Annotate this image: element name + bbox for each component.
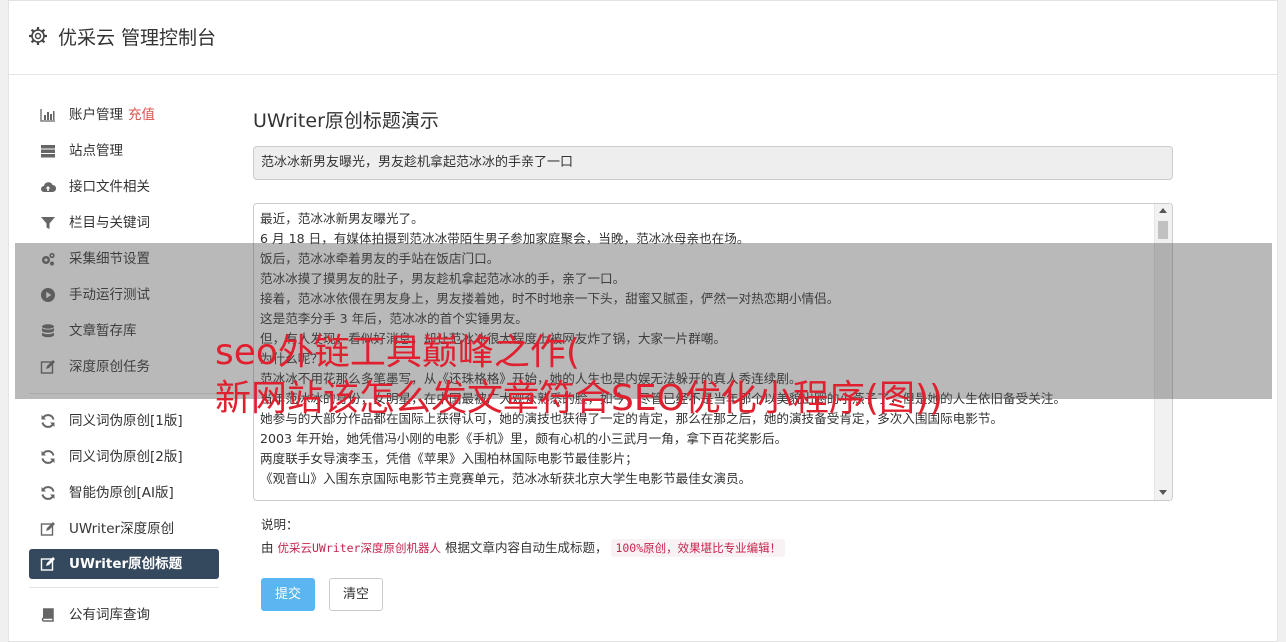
- refresh-icon: [41, 414, 55, 428]
- sidebar-item-uwriter-deep[interactable]: UWriter深度原创: [29, 511, 219, 547]
- title-field[interactable]: 范冰冰新男友曝光，男友趁机拿起范冰冰的手亲了一口: [253, 146, 1173, 180]
- note-middle: 根据文章内容自动生成标题，: [444, 540, 608, 555]
- sidebar-item-interface-files[interactable]: 接口文件相关: [29, 169, 219, 205]
- overlay-title-line1: seo外链工具巅峰之作(: [215, 332, 580, 373]
- overlay-title: seo外链工具巅峰之作( 新网站该怎么发文章符合SEO优化小程序(图)): [215, 330, 1275, 422]
- refresh-icon: [41, 486, 55, 500]
- sidebar-item-label: 账户管理: [69, 107, 123, 123]
- sidebar-item-label: 公有词库查询: [69, 607, 150, 623]
- article-line: 最近，范冰冰新男友曝光了。: [260, 211, 424, 226]
- sidebar-item-columns-keywords[interactable]: 栏目与关键词: [29, 205, 219, 241]
- scroll-up-arrow-icon[interactable]: [1159, 208, 1167, 213]
- refresh-icon: [41, 450, 55, 464]
- server-icon: [41, 145, 55, 158]
- sidebar-divider: [29, 587, 219, 588]
- cloud-upload-icon: [41, 182, 56, 193]
- submit-button[interactable]: 提交: [261, 578, 315, 611]
- sidebar-item-account[interactable]: 账户管理 充值: [29, 97, 219, 133]
- bar-chart-icon: [40, 109, 55, 122]
- app-title: 优采云 管理控制台: [58, 27, 217, 49]
- note-highlight: 100%原创，效果堪比专业编辑！: [611, 539, 786, 557]
- edit-icon: [40, 557, 55, 571]
- note-text: 由 优采云UWriter深度原创机器人 根据文章内容自动生成标题， 100%原创…: [261, 537, 786, 557]
- note-prefix: 由: [261, 540, 274, 555]
- note-label: 说明：: [261, 517, 299, 532]
- sidebar-item-label: 智能伪原创[AI版]: [69, 485, 174, 501]
- sidebar-item-label: 接口文件相关: [69, 179, 150, 195]
- sidebar-item-uwriter-title[interactable]: UWriter原创标题: [29, 549, 219, 579]
- page-title: UWriter原创标题演示: [253, 110, 439, 132]
- sidebar-item-label: UWriter原创标题: [69, 556, 183, 572]
- scrollbar-thumb[interactable]: [1158, 221, 1168, 239]
- sidebar-item-label: UWriter深度原创: [69, 521, 175, 537]
- article-line: 2003 年开始，她凭借冯小刚的电影《手机》里，颇有心机的小三武月一角，拿下百花…: [260, 431, 788, 446]
- sidebar-item-sites[interactable]: 站点管理: [29, 133, 219, 169]
- gear-icon: [29, 27, 47, 45]
- sidebar-item-label: 同义词伪原创[2版]: [69, 449, 183, 465]
- clear-button[interactable]: 清空: [329, 578, 383, 611]
- recharge-link[interactable]: 充值: [128, 107, 155, 123]
- sidebar-item-label: 同义词伪原创[1版]: [69, 413, 183, 429]
- overlay-title-line2: 新网站该怎么发文章符合SEO优化小程序(图)): [215, 378, 944, 419]
- sidebar-item-ai-pseudo-original[interactable]: 智能伪原创[AI版]: [29, 475, 219, 511]
- edit-icon: [40, 522, 55, 536]
- sidebar-item-label: 栏目与关键词: [69, 215, 150, 231]
- article-line: 两度联手女导演李玉，凭借《苹果》入围柏林国际电影节最佳影片；: [260, 451, 638, 466]
- sidebar-item-public-lexicon[interactable]: 公有词库查询: [29, 597, 219, 633]
- note-robot-name: 优采云UWriter深度原创机器人: [277, 541, 441, 555]
- sidebar-item-synonym-v1[interactable]: 同义词伪原创[1版]: [29, 403, 219, 439]
- book-icon: [41, 608, 54, 622]
- sidebar-item-synonym-v2[interactable]: 同义词伪原创[2版]: [29, 439, 219, 475]
- article-line: 《观音山》入围东京国际电影节主竞赛单元，范冰冰斩获北京大学生电影节最佳女演员。: [260, 471, 752, 486]
- sidebar-item-label: 站点管理: [69, 143, 123, 159]
- header: 优采云 管理控制台: [9, 1, 1277, 75]
- filter-icon: [41, 217, 55, 229]
- scroll-down-arrow-icon[interactable]: [1159, 490, 1167, 495]
